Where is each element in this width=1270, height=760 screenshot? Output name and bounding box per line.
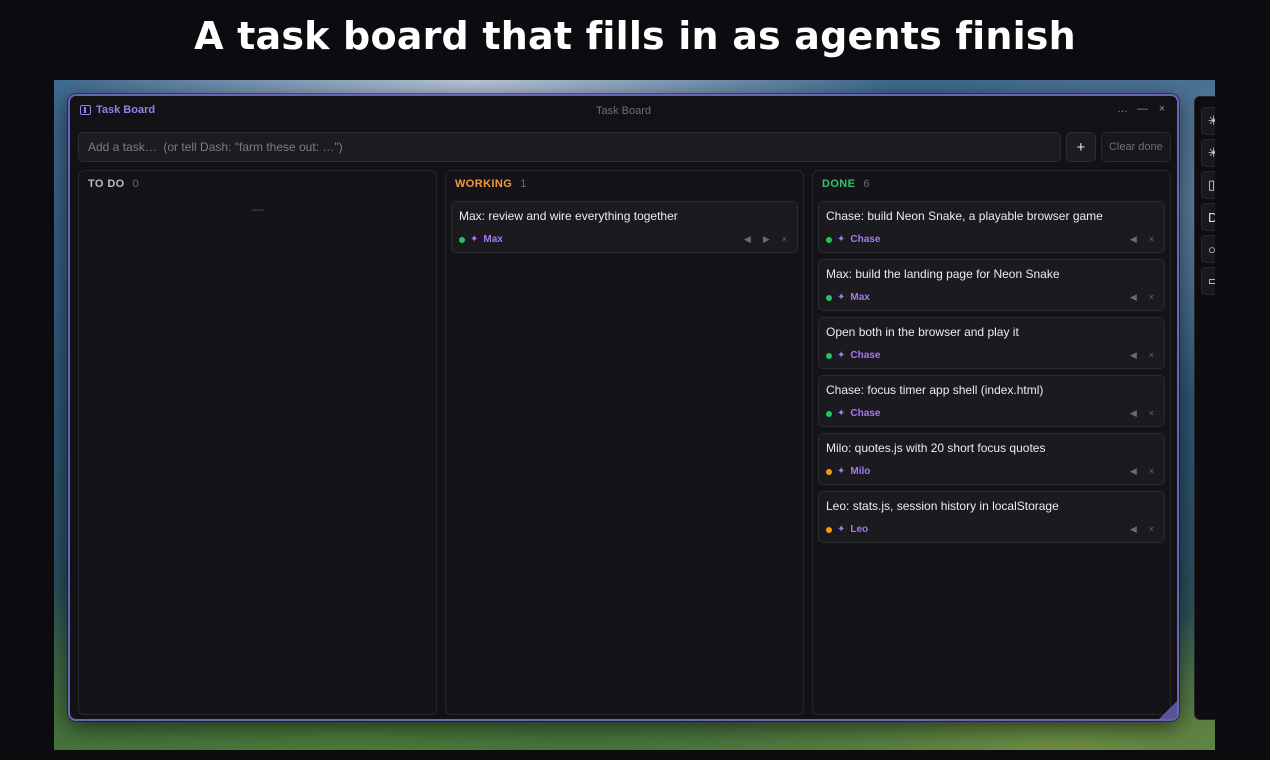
dock-chat-icon[interactable]: ▭ [1201,267,1215,295]
status-dot [459,236,465,243]
status-dot [826,294,832,301]
remove-icon[interactable]: × [1149,408,1154,419]
column-todo: TO DO 0 — [78,170,437,715]
desktop-background: Task Board Task Board … — × + Clear done… [54,80,1215,750]
move-left-icon[interactable]: ◀ [1130,350,1137,361]
task-card[interactable]: Chase: focus timer app shell (index.html… [818,375,1165,427]
sparkle-icon: ✦ [837,234,846,245]
sparkle-icon: ✦ [837,524,846,535]
task-text: Max: build the landing page for Neon Sna… [826,267,1060,281]
resize-handle[interactable] [1159,701,1177,719]
side-dock: ✳ ✳ ▯ D ○ ▭ [1194,96,1215,720]
column-header: WORKING 1 [451,178,798,198]
task-card[interactable]: Max: build the landing page for Neon Sna… [818,259,1165,311]
more-icon[interactable]: … [1117,103,1128,115]
sparkle-icon: ✦ [837,350,846,361]
task-meta: ✦ Chase [826,234,880,245]
card-actions: ◀ × [1130,408,1154,419]
title-bar[interactable]: Task Board Task Board … — × [70,96,1177,126]
sparkle-icon: ✦ [837,408,846,419]
move-left-icon[interactable]: ◀ [1130,408,1137,419]
task-meta: ✦ Chase [826,350,880,361]
clear-done-button[interactable]: Clear done [1100,132,1171,162]
sparkle-icon: ✦ [837,292,846,303]
move-left-icon[interactable]: ◀ [1130,524,1137,535]
status-dot [826,526,832,533]
column-done: DONE 6 Chase: build Neon Snake, a playab… [812,170,1171,715]
column-header: DONE 6 [818,178,1165,198]
task-meta: ✦ Milo [826,466,870,477]
card-actions: ◀ × [1130,292,1154,303]
remove-icon[interactable]: × [1149,350,1154,361]
task-text: Chase: focus timer app shell (index.html… [826,383,1044,397]
dock-app-icon[interactable]: ✳ [1201,139,1215,167]
dock-app-icon[interactable]: ✳ [1201,107,1215,135]
column-count: 6 [863,178,870,190]
task-card[interactable]: Milo: quotes.js with 20 short focus quot… [818,433,1165,485]
move-left-icon[interactable]: ◀ [1130,234,1137,245]
window-title: Task Board [595,105,652,117]
status-dot [826,236,832,243]
column-count: 1 [520,178,527,190]
agent-name: Max [483,234,503,245]
window-controls: … — × [1117,103,1167,115]
card-actions: ◀ × [1130,466,1154,477]
card-actions: ◀ × [1130,234,1154,245]
agent-name: Chase [850,234,881,245]
move-left-icon[interactable]: ◀ [744,234,751,245]
status-dot [826,352,832,359]
column-title: WORKING [455,178,513,190]
remove-icon[interactable]: × [1149,466,1154,477]
agent-name: Milo [850,466,871,477]
add-task-button[interactable]: + [1066,132,1096,162]
dock-doc-icon[interactable]: D [1201,203,1215,231]
move-right-icon[interactable]: ▶ [763,234,770,245]
card-actions: ◀ × [1130,524,1154,535]
task-text: Milo: quotes.js with 20 short focus quot… [826,441,1046,455]
task-meta: ✦ Max [459,234,503,245]
move-left-icon[interactable]: ◀ [1130,466,1137,477]
task-text: Open both in the browser and play it [826,325,1019,339]
agent-name: Chase [850,350,881,361]
agent-name: Max [850,292,870,303]
task-card[interactable]: Open both in the browser and play it ✦ C… [818,317,1165,369]
remove-icon[interactable]: × [1149,524,1154,535]
agent-name: Leo [850,524,869,535]
sparkle-icon: ✦ [470,234,479,245]
column-title: TO DO [88,178,125,190]
task-board-window: Task Board Task Board … — × + Clear done… [68,94,1179,721]
column-header: TO DO 0 [84,178,431,198]
close-icon[interactable]: × [1157,103,1167,115]
remove-icon[interactable]: × [1149,292,1154,303]
column-working: WORKING 1 Max: review and wire everythin… [445,170,804,715]
headline: A task board that fills in as agents fin… [194,14,1076,58]
task-meta: ✦ Leo [826,524,868,535]
board-columns: TO DO 0 — WORKING 1 Max: review and wire… [78,170,1171,715]
dock-search-icon[interactable]: ○ [1201,235,1215,263]
add-task-row: + Clear done [78,132,1171,162]
task-meta: ✦ Chase [826,408,880,419]
status-dot [826,410,832,417]
empty-placeholder: — [251,202,264,216]
move-left-icon[interactable]: ◀ [1130,292,1137,303]
task-meta: ✦ Max [826,292,870,303]
task-card[interactable]: Chase: build Neon Snake, a playable brow… [818,201,1165,253]
task-text: Leo: stats.js, session history in localS… [826,499,1059,513]
status-dot [826,468,832,475]
dock-board-icon[interactable]: ▯ [1201,171,1215,199]
remove-icon[interactable]: × [782,234,787,245]
task-text: Chase: build Neon Snake, a playable brow… [826,209,1103,223]
column-title: DONE [822,178,856,190]
card-actions: ◀ × [1130,350,1154,361]
agent-name: Chase [850,408,881,419]
card-actions: ◀ ▶ × [744,234,787,245]
minimize-icon[interactable]: — [1137,103,1148,115]
add-task-input[interactable] [78,132,1061,162]
sparkle-icon: ✦ [837,466,846,477]
task-card[interactable]: Leo: stats.js, session history in localS… [818,491,1165,543]
task-card[interactable]: Max: review and wire everything together… [451,201,798,253]
column-count: 0 [132,178,139,190]
remove-icon[interactable]: × [1149,234,1154,245]
task-text: Max: review and wire everything together [459,209,678,223]
